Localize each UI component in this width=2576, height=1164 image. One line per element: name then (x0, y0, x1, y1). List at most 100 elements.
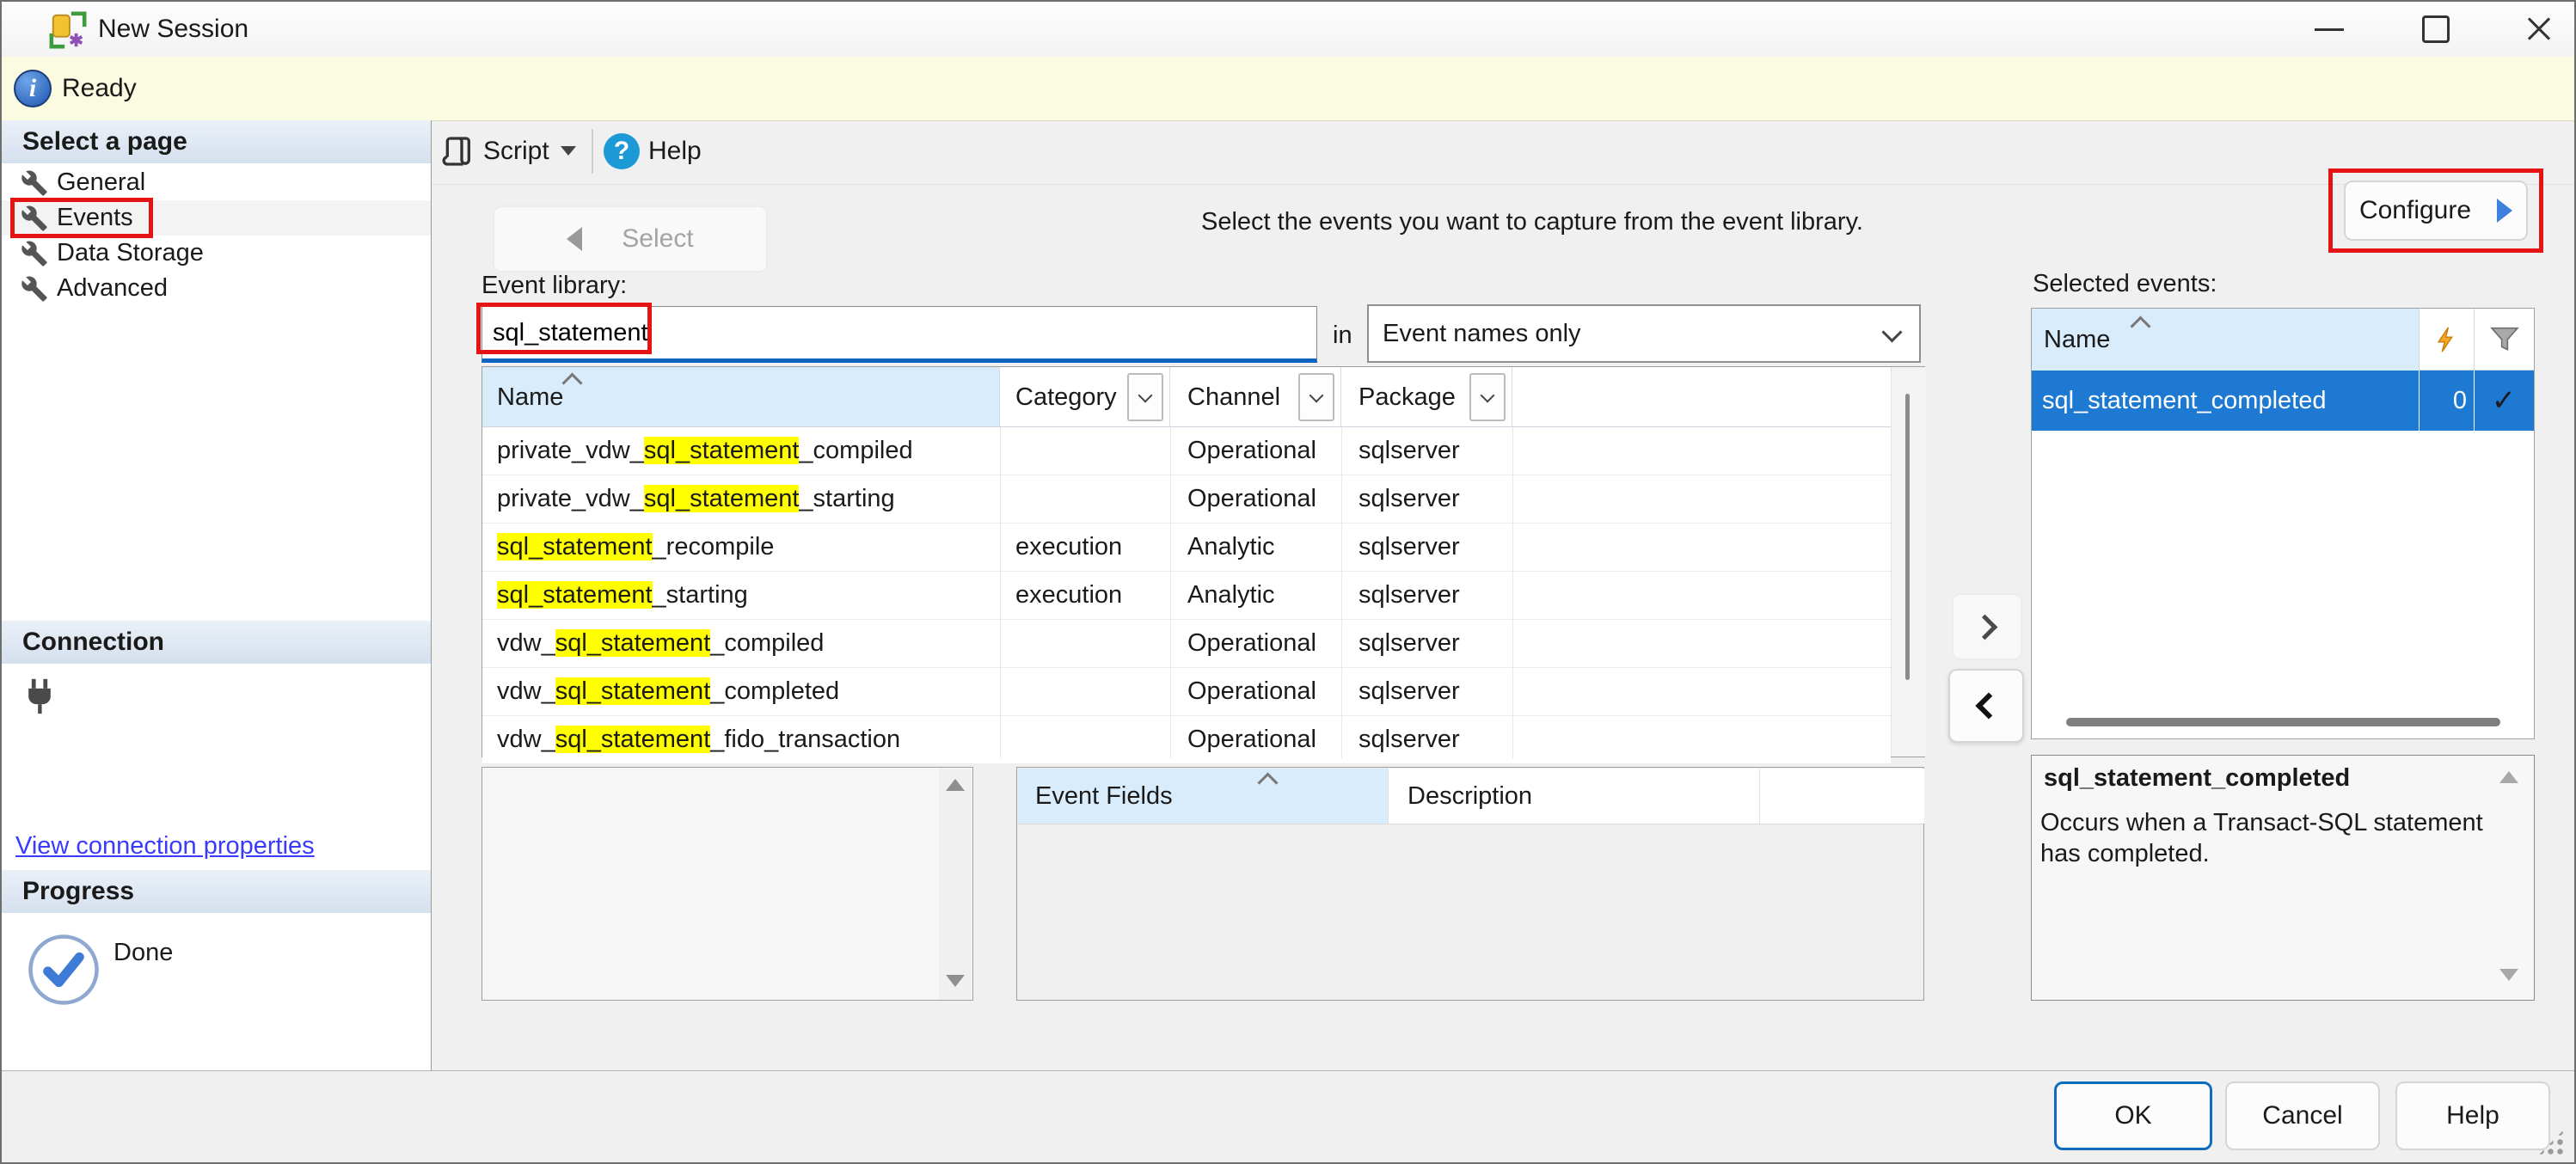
arrow-right-icon (2497, 199, 2512, 223)
selected-column-header-filter[interactable] (2474, 309, 2534, 371)
column-header-empty (1512, 367, 1926, 427)
script-label: Script (483, 127, 549, 175)
sidebar-item-label: Data Storage (57, 236, 204, 271)
sidebar-item-advanced[interactable]: Advanced (2, 271, 431, 306)
cancel-button[interactable]: Cancel (2225, 1081, 2380, 1150)
sidebar-item-label: Events (57, 200, 133, 236)
channel-cell: Operational (1187, 620, 1316, 667)
progress-status: Done (113, 939, 173, 967)
scroll-up-icon[interactable] (2499, 771, 2518, 783)
help-button[interactable]: Help (2395, 1081, 2550, 1150)
sidebar-item-data-storage[interactable]: Data Storage (2, 236, 431, 271)
configure-button[interactable]: Configure (2344, 181, 2528, 241)
scrollbar-thumb[interactable] (1905, 394, 1910, 680)
script-icon (440, 132, 475, 170)
toolbar-divider (432, 184, 2576, 185)
remove-event-button[interactable] (1948, 669, 2024, 743)
sidebar-item-events[interactable]: Events (2, 200, 431, 236)
horizontal-scrollbar-thumb[interactable] (2066, 718, 2500, 726)
chevron-down-icon (1481, 389, 1495, 403)
lightning-icon (2432, 322, 2462, 357)
package-cell: sqlserver (1359, 427, 1460, 475)
sidebar: Select a page General Events Data Storag… (2, 120, 432, 1070)
chevron-down-icon (1309, 389, 1324, 403)
event-table-body: private_vdw_sql_statement_compiled Operat… (482, 427, 1891, 758)
column-header-name[interactable]: Name (482, 367, 1000, 427)
info-icon: i (14, 70, 52, 107)
sidebar-item-label: General (57, 165, 145, 200)
sidebar-item-label: Advanced (57, 271, 168, 306)
done-check-icon (26, 932, 101, 1008)
selected-column-header-name[interactable]: Name (2032, 309, 2419, 371)
table-row[interactable]: vdw_sql_statement_completedOperationalsq… (482, 668, 1891, 716)
sort-asc-icon (561, 372, 582, 393)
package-cell: sqlserver (1359, 716, 1460, 763)
scroll-down-icon[interactable] (946, 975, 965, 987)
close-icon (2524, 15, 2554, 44)
ok-button[interactable]: OK (2054, 1081, 2212, 1150)
selected-event-name: sql_statement_completed (2042, 371, 2326, 431)
add-event-button[interactable] (1952, 593, 2022, 660)
maximize-icon (2422, 15, 2450, 43)
table-row[interactable]: sql_statement_startingexecutionAnalytics… (482, 572, 1891, 620)
category-cell: execution (1015, 572, 1122, 619)
event-library-search-input[interactable] (481, 306, 1317, 363)
progress-header: Progress (2, 870, 431, 913)
channel-cell: Analytic (1187, 524, 1275, 571)
table-row[interactable]: sql_statement_recompile execution Analytic… (482, 524, 1891, 572)
scroll-up-icon[interactable] (946, 779, 965, 791)
chevron-down-icon (1881, 322, 1902, 342)
package-cell: sqlserver (1359, 572, 1460, 619)
selected-event-row[interactable]: sql_statement_completed 0 ✓ (2032, 371, 2534, 431)
connection-header: Connection (2, 621, 431, 664)
wrench-icon (21, 169, 48, 197)
table-row[interactable]: private_vdw_sql_statement_compiled Operat… (482, 427, 1891, 475)
category-cell: execution (1015, 524, 1122, 571)
sort-asc-icon (1257, 772, 1278, 793)
search-scope-value: Event names only (1383, 320, 1581, 347)
arrow-left-icon (567, 227, 582, 251)
sidebar-item-general[interactable]: General (2, 165, 431, 200)
event-library-table: Name Category Channel Package private_vd… (481, 366, 1925, 757)
event-name-cell: sql_statement_recompile (497, 524, 774, 571)
detail-panel-scrollbar[interactable] (939, 769, 972, 999)
description-body: Occurs when a Transact-SQL statement has… (2040, 807, 2487, 869)
chevron-right-icon (1972, 614, 1997, 640)
selected-events-table: Name sql_statement_completed 0 ✓ (2031, 308, 2535, 739)
script-dropdown-icon[interactable] (561, 146, 576, 156)
category-filter-button[interactable] (1127, 373, 1163, 421)
package-cell: sqlserver (1359, 620, 1460, 667)
search-scope-dropdown[interactable]: Event names only (1367, 304, 1921, 363)
title-bar: New Session (2, 2, 2576, 58)
channel-cell: Operational (1187, 716, 1316, 763)
column-header-description[interactable]: Description (1388, 769, 1760, 824)
help-icon: ? (604, 133, 640, 169)
view-connection-properties-link[interactable]: View connection properties (15, 832, 315, 861)
package-filter-button[interactable] (1469, 373, 1506, 421)
selected-column-header-count[interactable] (2419, 309, 2474, 371)
table-row[interactable]: private_vdw_sql_statement_startingOperat… (482, 475, 1891, 524)
minimize-button[interactable] (2291, 2, 2368, 57)
event-table-scrollbar[interactable] (1891, 367, 1926, 757)
sort-asc-icon (2130, 316, 2150, 336)
channel-cell: Operational (1187, 475, 1316, 523)
status-bar (2, 57, 2576, 121)
chevron-down-icon (1138, 389, 1153, 403)
scroll-down-icon[interactable] (2499, 969, 2518, 981)
help-label: Help (648, 127, 702, 175)
select-back-label: Select (622, 224, 693, 254)
help-toolbar-button[interactable]: ? Help (604, 127, 715, 175)
column-header-event-fields[interactable]: Event Fields (1018, 769, 1388, 824)
table-row[interactable]: vdw_sql_statement_compiledOperationalsql… (482, 620, 1891, 668)
maximize-button[interactable] (2397, 2, 2475, 57)
event-library-label: Event library: (481, 272, 627, 300)
event-name-cell: private_vdw_sql_statement_compiled (497, 427, 913, 475)
channel-cell: Analytic (1187, 572, 1275, 619)
close-button[interactable] (2500, 2, 2576, 57)
table-row[interactable]: vdw_sql_statement_fido_transaction Operat… (482, 716, 1891, 764)
channel-cell: Operational (1187, 427, 1316, 475)
channel-filter-button[interactable] (1298, 373, 1334, 421)
wrench-icon (21, 240, 48, 267)
select-back-button[interactable]: Select (493, 205, 768, 273)
event-name-cell: vdw_sql_statement_fido_transaction (497, 716, 900, 763)
